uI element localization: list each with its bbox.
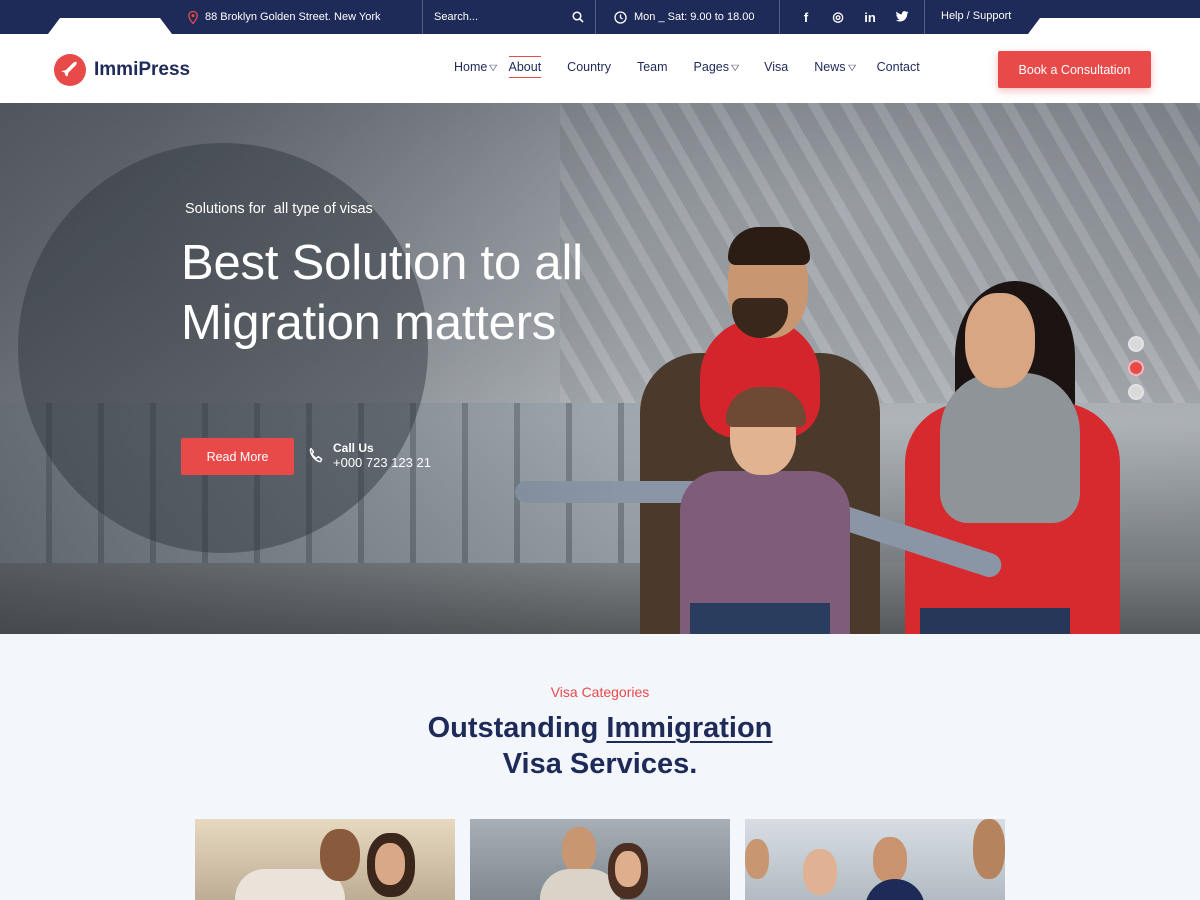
nav-label[interactable]: News [814, 60, 845, 74]
slider-dot-active[interactable] [1128, 360, 1144, 376]
twitter-icon[interactable] [894, 10, 910, 25]
section-title: Outstanding Immigration Visa Services. [0, 710, 1200, 782]
slider-dots [1128, 336, 1144, 400]
nav-label[interactable]: Team [637, 60, 668, 74]
nav-visa[interactable]: Visa [764, 60, 788, 74]
nav-about[interactable]: About [508, 56, 542, 78]
call-text: Call Us +000 723 123 21 [333, 441, 431, 470]
nav-country[interactable]: Country [567, 60, 611, 74]
topbar-notch-right [1028, 18, 1200, 34]
nav-label[interactable]: Contact [877, 60, 920, 74]
search-input[interactable] [434, 11, 554, 23]
nav-label[interactable]: Visa [764, 60, 788, 74]
hero-slider: Solutions for all type of visas Best Sol… [0, 103, 1200, 634]
linkedin-icon[interactable]: in [862, 10, 878, 25]
card-photo-face [615, 851, 641, 887]
address: 88 Broklyn Golden Street. New York [188, 0, 380, 34]
help-support-label[interactable]: Help / Support [941, 10, 1011, 22]
hours-text: Mon _ Sat: 9.00 to 18.00 [634, 11, 755, 23]
nav-label[interactable]: Pages [694, 60, 729, 74]
nav-home[interactable]: Home ▽ [454, 60, 497, 74]
section-eyebrow: Visa Categories [550, 684, 650, 700]
logo-text: ImmiPress [94, 59, 191, 80]
hero-content: Solutions for all type of visas Best Sol… [181, 103, 601, 634]
hero-photo-woman-hoodie [940, 373, 1080, 523]
slider-dot[interactable] [1128, 336, 1144, 352]
nav-contact[interactable]: Contact [877, 60, 920, 74]
clock-icon [614, 10, 627, 24]
chevron-down-icon: ▽ [489, 62, 498, 72]
hero-photo-woman-jeans [920, 608, 1070, 634]
visa-card-image[interactable] [195, 819, 455, 900]
divider [595, 0, 596, 34]
social-links: f ◎ in [798, 0, 910, 34]
hero-photo-man-hair [728, 227, 810, 265]
call-label: Call Us [333, 441, 374, 455]
nav-news[interactable]: News ▽ [814, 60, 856, 74]
help-support-link[interactable]: Help / Support [941, 0, 1011, 33]
title-part: Visa Services. [502, 748, 698, 780]
topbar-notch-left [48, 18, 172, 34]
slider-dot[interactable] [1128, 384, 1144, 400]
card-photo-face [745, 839, 769, 879]
card-photo-face [320, 829, 360, 881]
visa-card-image[interactable] [470, 819, 730, 900]
location-pin-icon [188, 10, 198, 24]
dribbble-icon[interactable]: ◎ [830, 9, 846, 25]
book-consultation-button[interactable]: Book a Consultation [998, 51, 1151, 88]
card-photo-face [375, 843, 405, 885]
chevron-down-icon: ▽ [731, 62, 740, 72]
search-box[interactable] [434, 0, 584, 34]
divider [779, 0, 780, 34]
hero-photo-girl-jeans [690, 603, 830, 634]
hero-subtitle: Solutions for all type of visas [185, 201, 373, 217]
card-photo-face [803, 849, 837, 895]
address-text: 88 Broklyn Golden Street. New York [205, 11, 381, 23]
nav-label[interactable]: Home [454, 60, 487, 74]
card-photo-face [562, 827, 596, 873]
hero-roof-texture [560, 103, 1200, 403]
hero-photo-woman-head [965, 293, 1035, 388]
title-highlight: Immigration [606, 712, 773, 744]
search-icon[interactable] [572, 11, 584, 23]
top-bar: 88 Broklyn Golden Street. New York Mon _… [0, 0, 1200, 34]
main-nav: Home ▽ About Country Team Pages ▽ Visa New… [454, 56, 920, 78]
call-us[interactable]: Call Us +000 723 123 21 [307, 441, 431, 470]
visa-cards [195, 819, 1005, 900]
nav-team[interactable]: Team [637, 60, 668, 74]
main-header: ImmiPress Home ▽ About Country Team Pages… [0, 34, 1200, 103]
chevron-down-icon: ▽ [847, 62, 856, 72]
card-photo-face [973, 819, 1005, 879]
visa-card-image[interactable] [745, 819, 1005, 900]
nav-label[interactable]: About [509, 60, 542, 74]
visa-categories-section: Visa Categories Outstanding Immigration … [0, 634, 1200, 900]
divider [422, 0, 423, 34]
card-photo-face [873, 837, 907, 883]
read-more-button[interactable]: Read More [181, 438, 294, 475]
nav-label[interactable]: Country [567, 60, 611, 74]
divider [924, 0, 925, 34]
call-number[interactable]: +000 723 123 21 [333, 455, 431, 470]
plane-logo-icon [54, 54, 86, 86]
phone-icon [309, 447, 323, 462]
logo[interactable]: ImmiPress [54, 54, 190, 86]
facebook-icon[interactable]: f [798, 10, 814, 25]
nav-pages[interactable]: Pages ▽ [694, 60, 740, 74]
hero-title: Best Solution to all Migration matters [181, 236, 583, 350]
opening-hours: Mon _ Sat: 9.00 to 18.00 [614, 0, 754, 34]
title-part: Outstanding [427, 712, 607, 744]
